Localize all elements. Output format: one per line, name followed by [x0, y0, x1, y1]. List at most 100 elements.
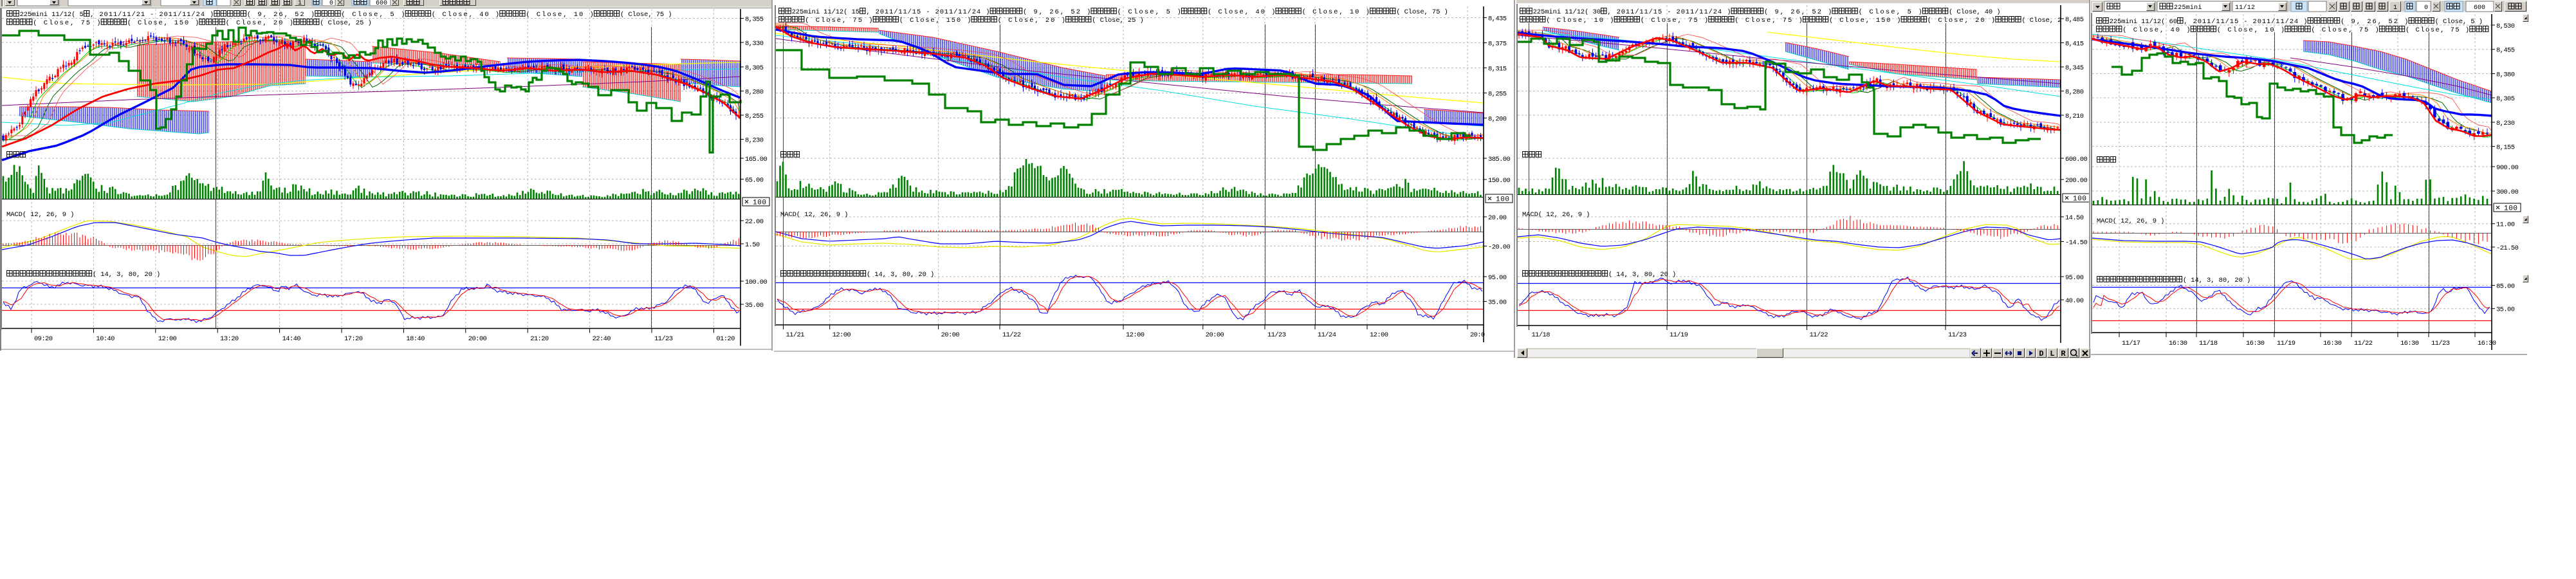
svg-text:, 2011/11/21 - 2011/11/24 ): , 2011/11/21 - 2011/11/24 ) [90, 11, 214, 19]
svg-text:11/23: 11/23 [1267, 331, 1286, 339]
svg-text:13:20: 13:20 [220, 335, 239, 343]
svg-text:16:30: 16:30 [2400, 340, 2419, 347]
svg-text:150.00: 150.00 [1488, 177, 1511, 185]
svg-text:11/17: 11/17 [2122, 340, 2140, 347]
svg-text:65.00: 65.00 [745, 177, 764, 185]
svg-text:1.50: 1.50 [745, 241, 760, 249]
svg-text:22.00: 22.00 [745, 218, 764, 226]
svg-text:11/22: 11/22 [1810, 331, 1828, 339]
svg-text:225mini 11/12( 5: 225mini 11/12( 5 [20, 11, 84, 19]
svg-text:8,210: 8,210 [2065, 113, 2084, 120]
svg-text:8,200: 8,200 [1488, 116, 1507, 124]
svg-text:165.00: 165.00 [745, 156, 768, 163]
svg-text:600: 600 [2474, 5, 2485, 12]
svg-text:, 2011/11/15 - 2011/11/24 ): , 2011/11/15 - 2011/11/24 ) [2184, 18, 2307, 26]
svg-text:( Close, 75 ): ( Close, 75 ) [1396, 8, 1448, 16]
svg-text:18:40: 18:40 [406, 335, 425, 343]
svg-text:16:30: 16:30 [2478, 340, 2496, 347]
svg-text:8,255: 8,255 [1488, 91, 1507, 98]
svg-text:( 14, 3, 80, 20 ): ( 14, 3, 80, 20 ) [1608, 271, 1676, 279]
svg-text:( Close, 75 ): ( Close, 75 ) [2406, 26, 2469, 34]
svg-text:20:00: 20:00 [941, 331, 960, 339]
svg-text:225mini 11/12( 15: 225mini 11/12( 15 [792, 8, 860, 16]
svg-text:8,230: 8,230 [745, 137, 764, 145]
svg-text:( Close, 25 ): ( Close, 25 ) [1092, 17, 1144, 24]
svg-text:-20.00: -20.00 [1488, 244, 1511, 252]
svg-text:1: 1 [2393, 5, 2397, 12]
svg-text:17:20: 17:20 [344, 335, 363, 343]
svg-text:100: 100 [1496, 196, 1509, 204]
svg-text:( Close, 5 ): ( Close, 5 ) [2435, 18, 2483, 26]
svg-text:95.00: 95.00 [1488, 274, 1507, 282]
svg-text:14:40: 14:40 [282, 335, 301, 343]
svg-text:, 2011/11/15 - 2011/11/24 ): , 2011/11/15 - 2011/11/24 ) [1607, 8, 1731, 16]
svg-text:11/24: 11/24 [1318, 331, 1336, 339]
svg-text:600: 600 [376, 0, 387, 7]
svg-text:12:00: 12:00 [1126, 331, 1145, 339]
svg-text:385.00: 385.00 [1488, 156, 1511, 163]
svg-text:95.00: 95.00 [2065, 274, 2084, 282]
svg-text:200.00: 200.00 [2065, 177, 2088, 185]
svg-text:225mini 11/12( 60: 225mini 11/12( 60 [2110, 18, 2177, 26]
svg-text:11/23: 11/23 [654, 335, 673, 343]
svg-text:( 14, 3, 80, 20 ): ( 14, 3, 80, 20 ) [867, 271, 934, 279]
svg-text:( Close, 25 ): ( Close, 25 ) [320, 19, 372, 27]
svg-text:8,305: 8,305 [745, 64, 764, 72]
svg-text:11/18: 11/18 [1532, 331, 1550, 339]
svg-text:35.00: 35.00 [2496, 306, 2515, 314]
svg-text:8,305: 8,305 [2496, 95, 2515, 103]
svg-text:MACD( 12, 26, 9 ): MACD( 12, 26, 9 ) [6, 211, 74, 219]
svg-text:11/22: 11/22 [2354, 340, 2373, 347]
svg-text:11.00: 11.00 [2496, 221, 2515, 229]
svg-text:22:40: 22:40 [593, 335, 611, 343]
svg-text:11/23: 11/23 [1948, 331, 1967, 339]
svg-text:10:40: 10:40 [96, 335, 115, 343]
svg-text:8,530: 8,530 [2496, 23, 2515, 30]
svg-text:( Close, 2: ( Close, 2 [2021, 17, 2061, 24]
svg-text:11/19: 11/19 [2277, 340, 2295, 347]
svg-text:35.00: 35.00 [1488, 299, 1507, 307]
svg-text:21:20: 21:20 [530, 335, 549, 343]
svg-text:8,415: 8,415 [2065, 41, 2084, 48]
svg-text:8,375: 8,375 [1488, 41, 1507, 48]
svg-text:35.00: 35.00 [745, 302, 764, 309]
svg-text:8,155: 8,155 [2496, 144, 2515, 152]
svg-text:20:00: 20:00 [468, 335, 487, 343]
svg-text:225mini 11/12( 30: 225mini 11/12( 30 [1533, 8, 1601, 16]
svg-text:MACD( 12, 26, 9 ): MACD( 12, 26, 9 ) [1522, 211, 1590, 219]
svg-text:11/19: 11/19 [1670, 331, 1688, 339]
svg-text:12:00: 12:00 [158, 335, 177, 343]
svg-text:R: R [2061, 349, 2066, 358]
svg-text:11/18: 11/18 [2199, 340, 2218, 347]
svg-text:8,255: 8,255 [745, 113, 764, 120]
svg-text:14.50: 14.50 [2065, 214, 2084, 222]
svg-text:8,280: 8,280 [745, 89, 764, 96]
svg-text:0: 0 [329, 0, 333, 7]
svg-text:MACD( 12, 26, 9 ): MACD( 12, 26, 9 ) [780, 211, 848, 219]
svg-text:600.00: 600.00 [2065, 156, 2088, 163]
svg-text:( 14, 3, 80, 20 ): ( 14, 3, 80, 20 ) [2183, 277, 2250, 284]
svg-text:01:20: 01:20 [716, 335, 735, 343]
svg-text:100: 100 [753, 199, 766, 207]
svg-text:-21.50: -21.50 [2496, 244, 2519, 252]
svg-text:225mini: 225mini [2174, 4, 2202, 12]
svg-text:8,485: 8,485 [2065, 16, 2084, 24]
svg-text:12:00: 12:00 [833, 331, 851, 339]
svg-text:09:20: 09:20 [34, 335, 53, 343]
svg-text:( Close, 150 ): ( Close, 150 ) [1829, 17, 1901, 24]
svg-text:( Close, 75 ): ( Close, 75 ) [620, 11, 672, 19]
svg-text:100.00: 100.00 [745, 279, 768, 286]
svg-text:8,380: 8,380 [2496, 71, 2515, 79]
svg-text:20:00: 20:00 [1206, 331, 1224, 339]
svg-text:11/12: 11/12 [2235, 4, 2255, 12]
svg-text:20.00: 20.00 [1488, 214, 1507, 222]
svg-text:11/23: 11/23 [2431, 340, 2450, 347]
svg-text:40.00: 40.00 [2065, 297, 2084, 305]
svg-text:D: D [2039, 349, 2043, 358]
svg-text:MACD( 12, 26, 9 ): MACD( 12, 26, 9 ) [2097, 217, 2164, 225]
svg-text:8,435: 8,435 [1488, 15, 1507, 23]
svg-text:16:30: 16:30 [2169, 340, 2187, 347]
svg-text:20:0: 20:0 [1470, 331, 1485, 339]
svg-text:( Close, 150 ): ( Close, 150 ) [899, 17, 971, 24]
svg-text:100: 100 [2504, 205, 2517, 213]
